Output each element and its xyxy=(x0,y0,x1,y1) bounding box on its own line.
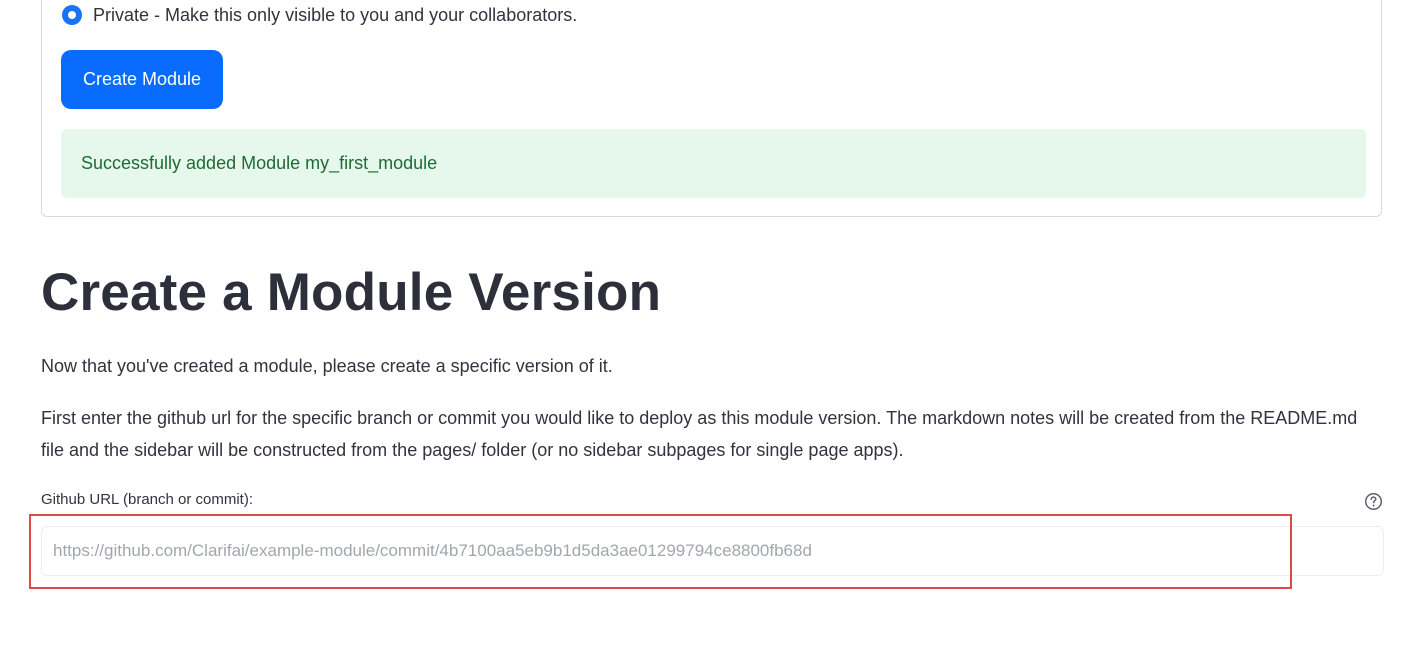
github-url-label: Github URL (branch or commit): xyxy=(41,491,254,508)
page: Private - Make this only visible to you … xyxy=(0,0,1423,653)
success-message: Successfully added Module my_first_modul… xyxy=(81,153,438,173)
intro-text: Now that you've created a module, please… xyxy=(41,356,613,376)
create-module-button[interactable]: Create Module xyxy=(61,50,223,109)
question-circle-icon[interactable] xyxy=(1364,492,1383,511)
success-alert: Successfully added Module my_first_modul… xyxy=(61,129,1366,198)
instructions-text: First enter the github url for the speci… xyxy=(41,408,1358,460)
visibility-option-label: Private - Make this only visible to you … xyxy=(93,4,578,25)
visibility-option-private[interactable]: Private - Make this only visible to you … xyxy=(62,4,577,26)
github-url-input[interactable] xyxy=(41,526,1384,576)
radio-selected-icon[interactable] xyxy=(62,5,82,25)
radio-dot xyxy=(68,11,76,19)
page-title: Create a Module Version xyxy=(41,263,662,322)
